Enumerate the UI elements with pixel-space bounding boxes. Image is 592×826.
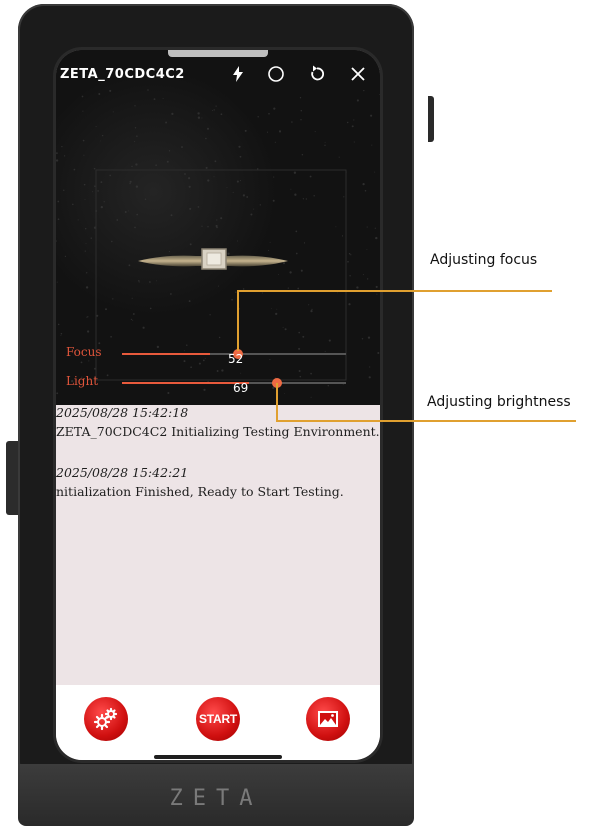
light-label: Light — [66, 374, 99, 388]
light-slider[interactable]: Light 69 — [56, 373, 380, 395]
home-indicator — [154, 755, 282, 759]
brightness-callout-line — [276, 420, 576, 422]
side-button — [6, 441, 18, 515]
brightness-callout-line — [276, 383, 278, 420]
focus-callout-line — [237, 290, 239, 351]
screen-notch — [168, 50, 268, 57]
ring-sample — [138, 248, 288, 270]
start-button[interactable]: START — [196, 697, 240, 741]
start-label: START — [198, 712, 238, 726]
camera-view: ZETA_70CDC4C2 Focus 52 Light 69 — [56, 50, 380, 405]
log-entry-message: nitialization Finished, Ready to Start T… — [56, 484, 344, 499]
gallery-button[interactable] — [306, 697, 350, 741]
device-base: ZETA — [18, 764, 414, 826]
focus-value: 52 — [228, 352, 244, 366]
focus-track[interactable]: 52 — [122, 349, 346, 366]
focus-slider[interactable]: Focus 52 — [56, 344, 380, 366]
capture-circle-icon[interactable] — [266, 64, 286, 84]
log-panel: 2025/08/28 15:42:18 ZETA_70CDC4C2 Initia… — [56, 405, 380, 685]
brightness-callout: Adjusting brightness — [427, 394, 571, 410]
side-button-right — [428, 96, 434, 142]
light-fill — [122, 382, 249, 384]
flash-icon[interactable] — [228, 64, 248, 84]
focus-callout-line — [237, 290, 552, 292]
settings-button[interactable] — [84, 697, 128, 741]
focus-fill — [122, 353, 210, 355]
log-entry-time: 2025/08/28 15:42:18 — [56, 405, 189, 420]
gears-icon — [93, 707, 118, 731]
refresh-icon[interactable] — [307, 64, 327, 84]
focus-callout: Adjusting focus — [430, 252, 538, 268]
image-icon — [318, 711, 338, 727]
close-icon[interactable] — [348, 64, 368, 84]
log-entry-time: 2025/08/28 15:42:21 — [56, 465, 189, 480]
focus-label: Focus — [66, 345, 102, 359]
light-value: 69 — [233, 381, 249, 395]
brand-logo: ZETA — [169, 786, 263, 811]
screen: ZETA_70CDC4C2 Focus 52 Light 69 2025/08/… — [56, 50, 380, 760]
light-track[interactable]: 69 — [122, 378, 346, 395]
bottom-bar: START — [56, 685, 380, 760]
device-title: ZETA_70CDC4C2 — [60, 67, 185, 82]
log-entry-message: ZETA_70CDC4C2 Initializing Testing Envir… — [56, 424, 380, 439]
